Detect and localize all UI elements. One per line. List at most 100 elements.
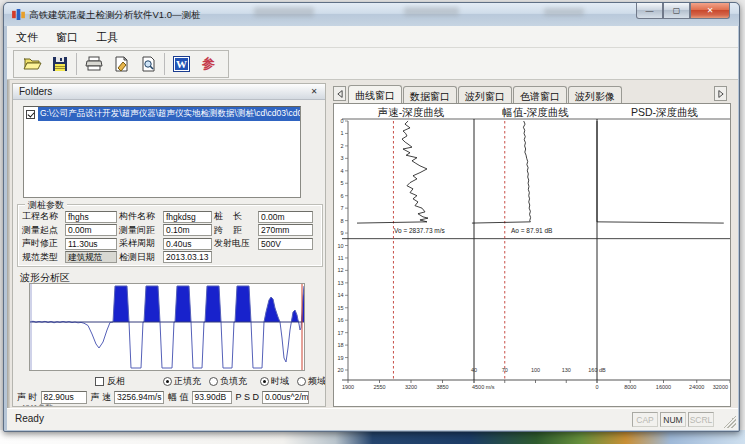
app-icon [12, 9, 25, 20]
param-label: 采样周期 [119, 237, 161, 250]
param-field[interactable]: 500V [258, 238, 313, 250]
svg-text:14: 14 [337, 292, 343, 298]
param-field[interactable]: 0.00m [258, 211, 313, 223]
list-item[interactable]: G:\公司产品设计开发\超声仪器\超声仪实地检测数据\测桩\cd\cd03\cd… [24, 107, 300, 121]
file-path: G:\公司产品设计开发\超声仪器\超声仪实地检测数据\测桩\cd\cd03\cd… [38, 107, 300, 121]
resize-grip[interactable] [723, 415, 736, 428]
titlebar-smudge [544, 8, 584, 16]
readout-label: 声 速 [91, 391, 112, 404]
domain-option-0[interactable]: 时域 [260, 375, 289, 388]
svg-text:5: 5 [340, 180, 343, 186]
param-field[interactable]: 11.30us [65, 238, 117, 250]
print-preview-button[interactable] [134, 52, 161, 76]
readout-field[interactable]: 0.00us^2/m [262, 391, 309, 404]
print-button[interactable] [80, 52, 107, 76]
radio-label: 负填充 [220, 375, 247, 388]
readout-field[interactable]: 3256.94m/s [114, 391, 164, 404]
wave-controls: 反相 正填充 负填充 时域频域 [13, 375, 326, 388]
word-report-button[interactable]: W [168, 52, 195, 76]
param-field[interactable]: fhgkdsg [163, 211, 212, 223]
open-folder-button[interactable] [19, 52, 46, 76]
readout-field[interactable]: 93.90dB [192, 391, 232, 404]
svg-text:8: 8 [340, 218, 343, 224]
readout-field[interactable]: 82.90us [41, 391, 87, 404]
param-label: 规范类型 [22, 251, 63, 264]
titlebar-smudge [404, 7, 459, 16]
param-field[interactable]: 0.10m [163, 224, 212, 236]
svg-text:19: 19 [337, 355, 343, 361]
export-page-button[interactable] [107, 52, 134, 76]
param-field[interactable]: 0.00m [65, 224, 117, 236]
readout-label: P S D [236, 392, 259, 402]
svg-text:4: 4 [340, 168, 343, 174]
tab-4[interactable]: 波列影像 [568, 86, 622, 103]
radio-icon [297, 377, 306, 386]
invert-checkbox[interactable]: 反相 [95, 375, 125, 388]
svg-text:Vo = 2837.73 m/s: Vo = 2837.73 m/s [394, 227, 446, 234]
toolbar: W 参 [7, 48, 738, 79]
param-field[interactable]: 2013.03.13 [163, 251, 212, 263]
status-text: Ready [15, 413, 44, 424]
param-label: 检测日期 [119, 251, 161, 264]
menu-item-0[interactable]: 文件 [7, 26, 47, 45]
tab-scroll-left-button[interactable] [333, 86, 346, 101]
minimize-button[interactable]: — [636, 3, 663, 19]
svg-text:70: 70 [502, 367, 508, 373]
domain-option-1[interactable]: 频域 [297, 375, 326, 388]
maximize-button[interactable]: ▢ [663, 3, 690, 19]
svg-text:1900: 1900 [342, 384, 354, 390]
svg-text:100: 100 [531, 367, 540, 373]
save-button[interactable] [46, 52, 73, 76]
param-field[interactable]: 建筑规范 [65, 251, 117, 263]
fill-option-0[interactable]: 正填充 [163, 375, 201, 388]
pile-params-group: 测桩参数 工程名称fhghs构件名称fhgkdsg桩 长0.00m测量起点0.0… [17, 204, 323, 267]
open-folder-icon [23, 56, 43, 72]
svg-text:0: 0 [340, 118, 343, 124]
waveform-box[interactable] [29, 283, 305, 371]
invert-label: 反相 [107, 375, 125, 388]
menu-item-2[interactable]: 工具 [87, 26, 127, 45]
param-field[interactable]: fhghs [65, 211, 117, 223]
tab-2[interactable]: 波列窗口 [458, 86, 512, 103]
readout-row: 声 时82.90us声 速3256.94m/s幅 值93.90dBP S D0.… [17, 390, 326, 404]
toolbar-separator [76, 53, 77, 75]
tab-0[interactable]: 曲线窗口 [348, 85, 402, 103]
param-field[interactable]: 0.40us [163, 238, 212, 250]
param-field[interactable]: 270mm [258, 224, 313, 236]
fill-options: 正填充 负填充 [163, 375, 247, 388]
svg-text:24000: 24000 [689, 384, 704, 390]
svg-text:9: 9 [340, 230, 343, 236]
svg-text:2: 2 [340, 143, 343, 149]
status-pane-scrl: SCRL [688, 412, 714, 427]
titlebar-smudge [254, 7, 314, 17]
tab-3[interactable]: 色谱窗口 [513, 86, 567, 103]
radio-icon [209, 377, 218, 386]
svg-text:16000: 16000 [656, 384, 671, 390]
folders-caption[interactable]: Folders ✕ [13, 84, 325, 100]
svg-text:W: W [176, 58, 187, 70]
left-arrow-icon [337, 90, 343, 98]
status-pane-cap: CAP [632, 412, 658, 427]
parameters-button[interactable]: 参 [195, 52, 222, 76]
client-area: Folders ✕ G:\公司产品设计开发\超声仪器\超声仪实地检测数据\测桩\… [7, 79, 738, 408]
svg-text:13: 13 [337, 280, 343, 286]
tab-1[interactable]: 数据窗口 [403, 86, 457, 103]
param-label: 桩 长 [214, 210, 256, 223]
checkbox-icon[interactable] [26, 110, 35, 119]
param-label: 测量间距 [119, 224, 161, 237]
toolbar-separator [164, 53, 165, 75]
depth-charts: 0123456789101112131415161718192019002550… [334, 104, 730, 406]
fill-option-1[interactable]: 负填充 [209, 375, 247, 388]
svg-text:32000: 32000 [713, 384, 728, 390]
waveform-chart [30, 284, 304, 370]
svg-text:11: 11 [338, 255, 344, 261]
tab-scroll-right-button[interactable] [714, 86, 727, 101]
file-listbox[interactable]: G:\公司产品设计开发\超声仪器\超声仪实地检测数据\测桩\cd\cd03\cd… [23, 106, 301, 198]
readout-label: 声 时 [17, 391, 38, 404]
svg-text:3200: 3200 [405, 384, 417, 390]
close-button[interactable]: ✕ [690, 3, 730, 19]
folders-close-icon[interactable]: ✕ [308, 86, 320, 98]
titlebar[interactable]: 高铁建筑混凝土检测分析软件V1.0—测桩 — ▢ ✕ [4, 3, 739, 26]
menu-item-1[interactable]: 窗口 [47, 26, 87, 45]
svg-text:2550: 2550 [373, 384, 385, 390]
